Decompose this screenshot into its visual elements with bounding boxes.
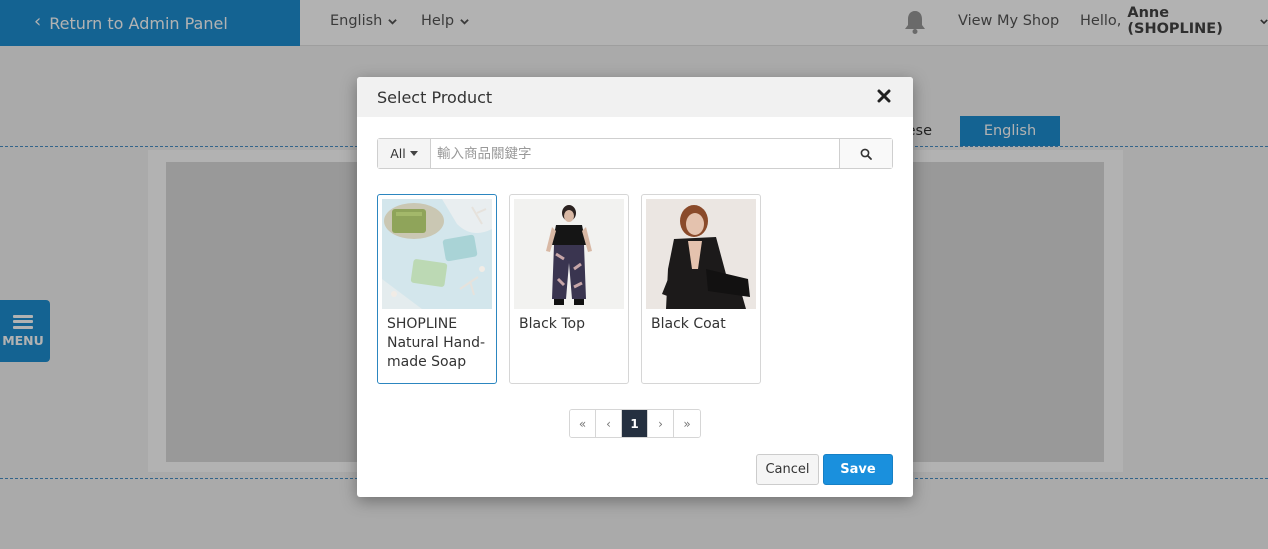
- product-image-black-coat: [646, 199, 756, 309]
- product-name: Black Coat: [651, 316, 726, 332]
- select-product-dialog: Select Product All 輸入商品關鍵字 SHOPLINE Natu…: [357, 77, 913, 497]
- product-name: SHOPLINE Natural Hand-made Soap: [387, 316, 486, 370]
- pagination-next[interactable]: ›: [648, 410, 674, 437]
- dialog-title: Select Product: [377, 87, 493, 107]
- product-card[interactable]: Black Coat: [641, 194, 761, 384]
- product-search-bar: All: [377, 138, 893, 169]
- caret-down-icon: [409, 151, 418, 156]
- close-icon[interactable]: [877, 89, 891, 103]
- pagination-page-current[interactable]: 1: [622, 410, 648, 437]
- product-card[interactable]: Black Top: [509, 194, 629, 384]
- pagination-first[interactable]: «: [570, 410, 596, 437]
- save-button[interactable]: Save: [823, 454, 893, 485]
- pagination: « ‹ 1 › »: [569, 409, 701, 438]
- product-image-black-top: [514, 199, 624, 309]
- filter-label: All: [390, 146, 406, 161]
- dialog-header: Select Product: [357, 77, 913, 117]
- search-input[interactable]: [431, 139, 839, 168]
- category-filter-dropdown[interactable]: All: [378, 139, 431, 168]
- product-image-soap: [382, 199, 492, 309]
- search-button[interactable]: [839, 139, 892, 168]
- product-card[interactable]: SHOPLINE Natural Hand-made Soap: [377, 194, 497, 384]
- cancel-button[interactable]: Cancel: [756, 454, 819, 485]
- product-name: Black Top: [519, 316, 585, 332]
- search-icon: [860, 148, 872, 160]
- product-grid: SHOPLINE Natural Hand-made Soap Black To…: [377, 194, 761, 384]
- pagination-last[interactable]: »: [674, 410, 700, 437]
- pagination-prev[interactable]: ‹: [596, 410, 622, 437]
